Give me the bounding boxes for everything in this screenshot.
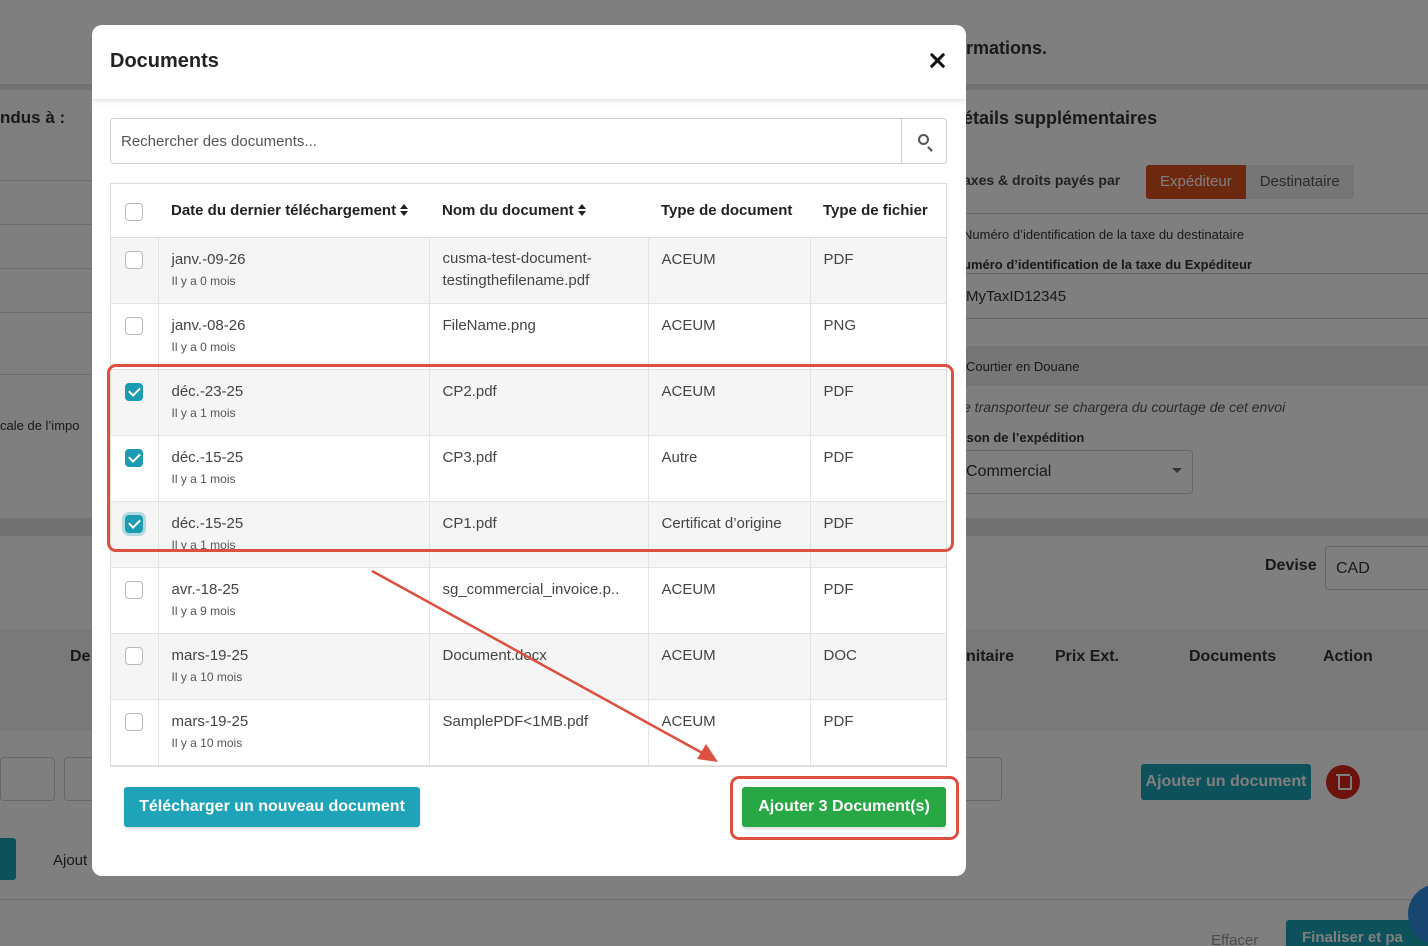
- row-date: janv.-09-26: [171, 250, 246, 268]
- row-age: Il y a 0 mois: [171, 273, 236, 288]
- row-document-name: SamplePDF<1MB.pdf: [428, 699, 648, 766]
- close-icon[interactable]: [926, 49, 950, 73]
- table-row[interactable]: mars-19-25 Il y a 10 mois Document.docx A…: [111, 633, 946, 700]
- row-file-type: PDF: [809, 237, 946, 304]
- select-all-checkbox[interactable]: [125, 203, 143, 222]
- col-filetype-header: Type de fichier: [810, 184, 946, 238]
- row-document-type: ACEUM: [647, 303, 810, 370]
- row-date: janv.-08-26: [171, 316, 246, 334]
- search-icon: [918, 134, 929, 145]
- modal-title: Documents: [110, 50, 219, 72]
- annotation-add-button-box: [730, 776, 959, 840]
- col-date-label: Date du dernier téléchargement: [171, 201, 397, 219]
- modal-header: Documents: [92, 25, 966, 99]
- upload-new-document-button[interactable]: Télécharger un nouveau document: [124, 787, 420, 827]
- row-date: avr.-18-25: [171, 580, 240, 598]
- search-bar: [110, 118, 947, 164]
- row-document-name: sg_commercial_invoice.p..: [428, 567, 648, 634]
- row-age: Il y a 10 mois: [171, 669, 243, 684]
- row-age: Il y a 10 mois: [171, 735, 243, 750]
- table-row[interactable]: mars-19-25 Il y a 10 mois SamplePDF<1MB.p…: [111, 699, 946, 766]
- row-checkbox[interactable]: [125, 316, 143, 335]
- row-age: Il y a 0 mois: [171, 339, 236, 354]
- row-date: mars-19-25: [171, 646, 249, 664]
- row-checkbox[interactable]: [125, 712, 143, 731]
- col-type-header: Type de document: [648, 184, 810, 238]
- table-row[interactable]: janv.-08-26 Il y a 0 mois FileName.png AC…: [111, 303, 946, 370]
- col-name-header[interactable]: Nom du document: [429, 184, 648, 238]
- table-header-row: Date du dernier téléchargement Nom du do…: [111, 184, 946, 238]
- search-button[interactable]: [901, 119, 946, 163]
- row-file-type: PDF: [809, 567, 946, 634]
- search-input[interactable]: [111, 119, 901, 163]
- row-document-type: ACEUM: [647, 699, 810, 766]
- row-checkbox[interactable]: [125, 646, 143, 665]
- table-row[interactable]: janv.-09-26 Il y a 0 mois cusma-test-docu…: [111, 237, 946, 304]
- row-checkbox[interactable]: [125, 250, 143, 269]
- row-document-name: FileName.png: [428, 303, 648, 370]
- select-all-cell: [111, 184, 158, 238]
- sort-icon[interactable]: [400, 203, 409, 216]
- sort-icon[interactable]: [577, 203, 586, 216]
- row-document-type: ACEUM: [647, 567, 810, 634]
- row-document-type: ACEUM: [647, 237, 810, 304]
- col-date-header[interactable]: Date du dernier téléchargement: [158, 184, 429, 238]
- row-document-type: ACEUM: [647, 633, 810, 700]
- col-name-label: Nom du document: [442, 201, 574, 219]
- annotation-selected-rows-box: [107, 364, 954, 552]
- table-row[interactable]: avr.-18-25 Il y a 9 mois sg_commercial_in…: [111, 567, 946, 634]
- row-document-name: Document.docx: [428, 633, 648, 700]
- row-checkbox[interactable]: [125, 580, 143, 599]
- row-file-type: PNG: [809, 303, 946, 370]
- row-age: Il y a 9 mois: [171, 603, 236, 618]
- row-file-type: DOC: [809, 633, 946, 700]
- row-file-type: PDF: [809, 699, 946, 766]
- row-date: mars-19-25: [171, 712, 249, 730]
- row-document-name: cusma-test-document-testingthefilename.p…: [442, 249, 592, 289]
